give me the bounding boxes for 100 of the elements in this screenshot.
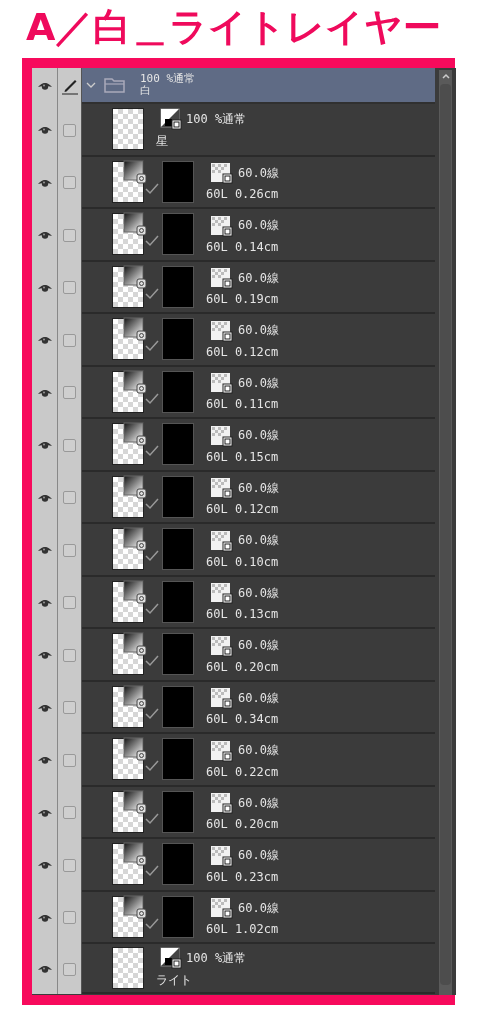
vector-layer-icon: [123, 527, 147, 552]
mask-thumbnail: [162, 370, 194, 413]
line-mode-icon: [210, 162, 234, 185]
mask-thumbnail: [162, 318, 194, 361]
eye-icon[interactable]: [36, 545, 53, 556]
check-icon: [145, 340, 159, 353]
checkbox[interactable]: [63, 176, 76, 190]
check-icon: [145, 550, 159, 563]
mask-thumbnail: [162, 685, 194, 728]
checkbox[interactable]: [63, 491, 76, 505]
layer-thumbnail: [112, 947, 144, 989]
vector-layer-icon: [123, 212, 147, 237]
layer-name: 60L 1.02cm: [206, 922, 279, 937]
line-mode-icon: [210, 634, 234, 657]
vector-layer-icon: [123, 737, 147, 762]
check-icon: [145, 707, 159, 720]
layer-mode: 60.0線: [238, 479, 279, 497]
eye-icon[interactable]: [36, 81, 53, 91]
eye-icon[interactable]: [36, 492, 53, 503]
vector-layer-icon: [123, 264, 147, 289]
layer-name: ライト: [156, 972, 193, 989]
checkbox[interactable]: [63, 281, 76, 295]
check-icon: [145, 497, 159, 510]
check-icon: [145, 760, 159, 773]
mask-thumbnail: [162, 265, 194, 308]
layer-folder-row[interactable]: 100 %通常 白: [82, 68, 435, 104]
vector-layer-icon: [123, 684, 147, 709]
line-mode-icon: [210, 844, 234, 867]
line-mode-icon: [210, 477, 234, 500]
checkbox[interactable]: [63, 123, 76, 137]
layer-mode: 60.0線: [238, 742, 279, 760]
eye-icon[interactable]: [36, 335, 53, 346]
eye-icon[interactable]: [36, 597, 53, 608]
layer-mode: 60.0線: [238, 532, 279, 550]
eye-icon[interactable]: [36, 912, 53, 923]
layer-mode-icon: [160, 108, 182, 131]
eye-icon[interactable]: [36, 177, 53, 188]
mask-thumbnail: [162, 738, 194, 781]
eye-icon[interactable]: [36, 755, 53, 766]
mask-thumbnail: [162, 423, 194, 466]
eye-icon[interactable]: [36, 807, 53, 818]
checkbox[interactable]: [63, 438, 76, 452]
mask-thumbnail: [162, 580, 194, 623]
layer-mode-icon: [160, 947, 182, 969]
checkbox[interactable]: [63, 228, 76, 242]
layer-mode: 60.0線: [238, 637, 279, 655]
vector-layer-icon: [123, 842, 147, 867]
layer-mode: 60.0線: [238, 269, 279, 287]
vector-layer-icon: [123, 474, 147, 499]
eye-icon[interactable]: [36, 282, 53, 293]
vector-layer-icon: [123, 369, 147, 394]
checkbox[interactable]: [63, 911, 76, 925]
page-title: A／白＿ライトレイヤー: [26, 4, 442, 51]
eye-icon[interactable]: [36, 387, 53, 398]
checkbox[interactable]: [63, 806, 76, 820]
layer-name: 60L 0.34cm: [206, 712, 279, 727]
layer-name: 60L 0.10cm: [206, 554, 279, 569]
vector-layer-icon: [123, 579, 147, 604]
checkbox[interactable]: [63, 333, 76, 347]
layer-mode: 60.0線: [238, 164, 279, 182]
checkbox[interactable]: [63, 648, 76, 662]
mask-thumbnail: [162, 528, 194, 571]
eye-icon[interactable]: [36, 230, 53, 241]
layer-name: 60L 0.12cm: [206, 502, 279, 517]
layer-name: 60L 0.15cm: [206, 449, 279, 464]
layer-name: 60L 0.13cm: [206, 607, 279, 622]
layer-name: 60L 0.23cm: [206, 869, 279, 884]
checkbox[interactable]: [63, 596, 76, 610]
checkbox[interactable]: [63, 543, 76, 557]
mask-thumbnail: [162, 895, 194, 938]
line-mode-icon: [210, 424, 234, 447]
layer-mode: 100 %通常: [186, 949, 247, 967]
layer-mode: 100 %通常: [140, 73, 196, 85]
check-icon: [145, 917, 159, 930]
line-mode-icon: [210, 582, 234, 605]
pen-icon[interactable]: [60, 77, 79, 95]
eye-icon[interactable]: [36, 860, 53, 871]
eye-icon[interactable]: [36, 440, 53, 451]
checkbox[interactable]: [63, 753, 76, 767]
checkbox[interactable]: [63, 386, 76, 400]
checkbox[interactable]: [63, 858, 76, 872]
layer-name: 60L 0.20cm: [206, 659, 279, 674]
line-mode-icon: [210, 214, 234, 237]
layer-mode: 60.0線: [238, 899, 279, 917]
layer-mode: 60.0線: [238, 689, 279, 707]
line-mode-icon: [210, 739, 234, 762]
layer-mode: 60.0線: [238, 847, 279, 865]
checkbox[interactable]: [63, 962, 76, 976]
eye-icon[interactable]: [36, 650, 53, 661]
eye-icon[interactable]: [36, 964, 53, 974]
check-icon: [145, 235, 159, 248]
eye-icon[interactable]: [36, 125, 53, 136]
layer-name: 60L 0.12cm: [206, 344, 279, 359]
checkbox[interactable]: [63, 701, 76, 715]
eye-icon[interactable]: [36, 702, 53, 713]
check-icon: [145, 392, 159, 405]
vector-layer-icon: [123, 422, 147, 447]
mask-thumbnail: [162, 160, 194, 203]
scrollbar[interactable]: [439, 70, 452, 995]
chevron-icon[interactable]: [86, 81, 96, 89]
